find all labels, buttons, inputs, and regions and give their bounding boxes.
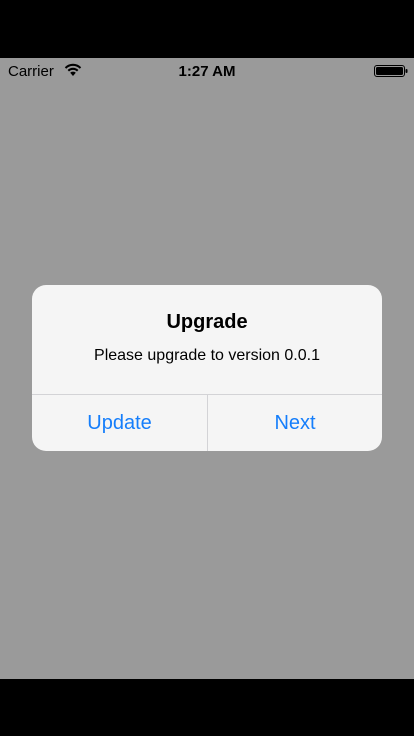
alert-message: Please upgrade to version 0.0.1 (94, 347, 320, 364)
alert-title: Upgrade (166, 311, 248, 333)
bottom-bezel (0, 679, 414, 736)
upgrade-alert-dialog: Upgrade Please upgrade to version 0.0.1 … (32, 285, 382, 451)
next-button[interactable]: Next (208, 395, 382, 451)
battery-icon (374, 65, 408, 77)
device-screen: Carrier 1:27 AM Upgrade Please upgrade t… (0, 0, 414, 736)
status-time: 1:27 AM (178, 63, 236, 80)
status-bar: Carrier 1:27 AM (0, 58, 414, 84)
update-button[interactable]: Update (32, 395, 207, 451)
top-bezel (0, 0, 414, 58)
